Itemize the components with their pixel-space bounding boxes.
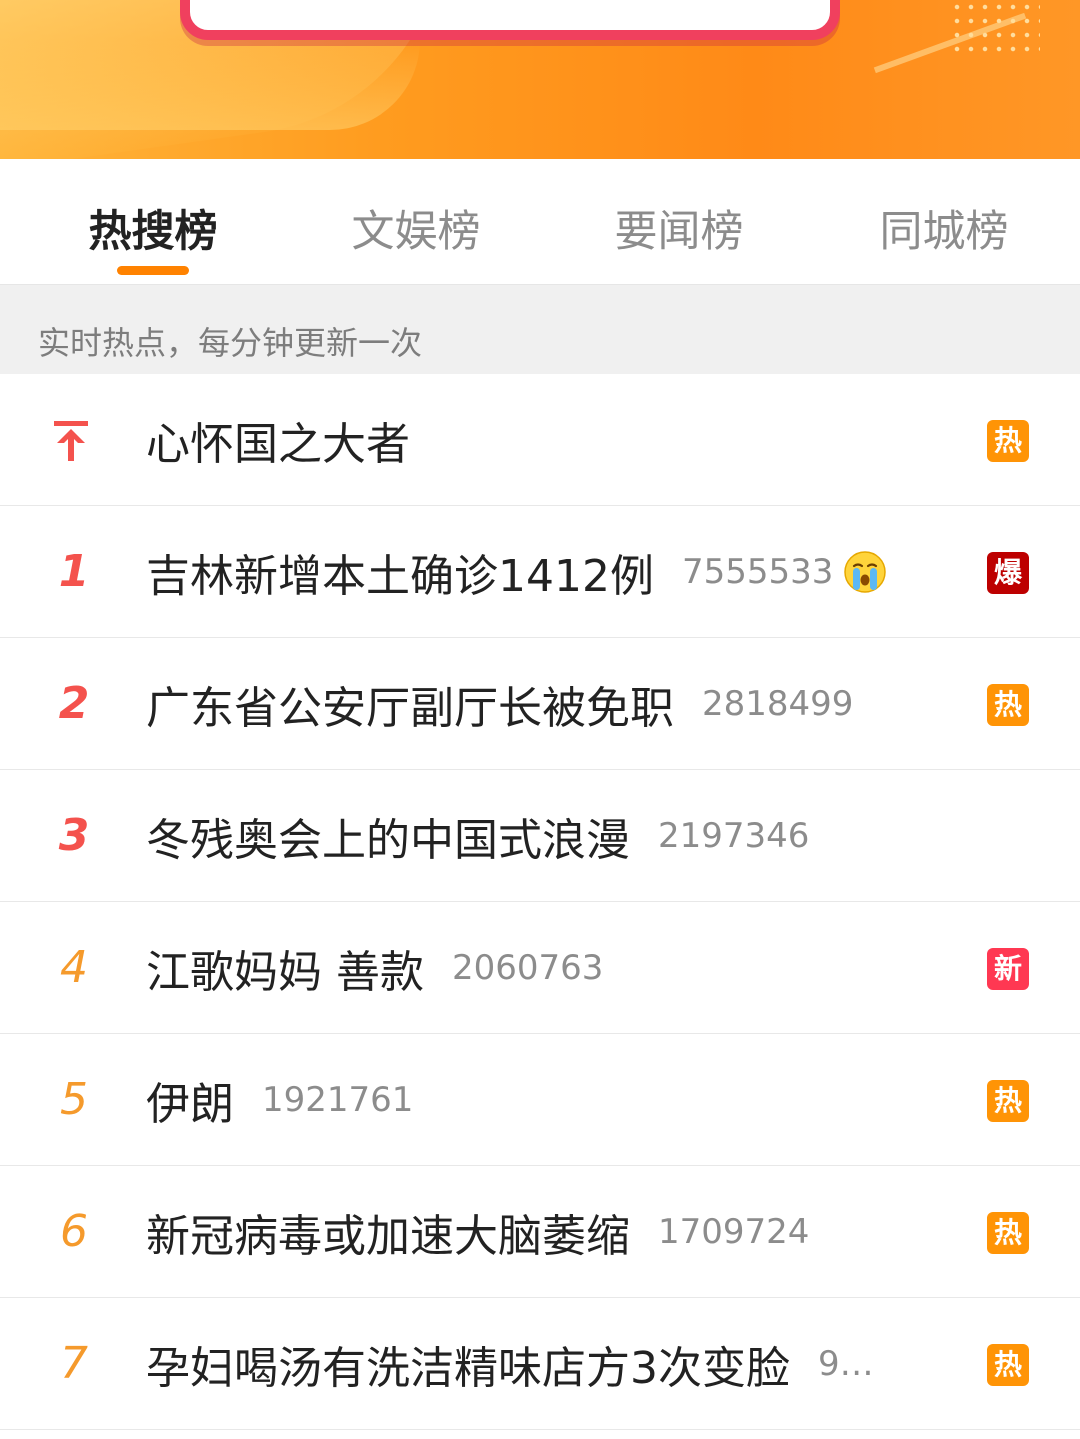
list-item-content: 心怀国之大者 bbox=[146, 410, 920, 470]
topic-title[interactable]: 广东省公安厅副厅长被免职 bbox=[146, 674, 674, 734]
topic-status-badge: 热 bbox=[987, 1080, 1029, 1122]
topic-status-badge: 热 bbox=[987, 420, 1029, 462]
search-count: 1709724 bbox=[658, 1212, 810, 1252]
rank-number: 6 bbox=[60, 1206, 88, 1257]
hot-search-banner bbox=[0, 0, 1080, 159]
list-item-content: 新冠病毒或加速大脑萎缩 1709724 bbox=[146, 1202, 920, 1262]
update-info-bar: 实时热点，每分钟更新一次 bbox=[0, 285, 1080, 374]
topic-status-badge: 热 bbox=[987, 1344, 1029, 1386]
topic-title[interactable]: 吉林新增本土确诊1412例 bbox=[146, 542, 654, 602]
rank-number: 1 bbox=[58, 546, 90, 597]
list-item[interactable]: 4 江歌妈妈 善款 2060763 新 bbox=[0, 902, 1080, 1034]
rank-number: 3 bbox=[58, 810, 90, 861]
tab-news[interactable]: 要闻榜 bbox=[579, 197, 779, 259]
list-item[interactable]: 心怀国之大者 热 bbox=[0, 374, 1080, 506]
topic-status-badge: 热 bbox=[987, 684, 1029, 726]
list-item[interactable]: 6 新冠病毒或加速大脑萎缩 1709724 热 bbox=[0, 1166, 1080, 1298]
topic-title[interactable]: 新冠病毒或加速大脑萎缩 bbox=[146, 1202, 630, 1262]
list-item-content: 江歌妈妈 善款 2060763 bbox=[146, 938, 920, 998]
crying-face-icon bbox=[844, 551, 887, 593]
tab-hot-search[interactable]: 热搜榜 bbox=[53, 197, 253, 259]
topic-title[interactable]: 孕妇喝汤有洗洁精味店方3次变脸 bbox=[146, 1334, 790, 1394]
rank-number: 7 bbox=[60, 1338, 88, 1389]
rank-number: 4 bbox=[60, 942, 88, 993]
topic-status-badge: 热 bbox=[987, 1212, 1029, 1254]
search-count: 2060763 bbox=[452, 948, 604, 988]
tab-local[interactable]: 同城榜 bbox=[844, 197, 1044, 259]
banner-swoosh-decoration bbox=[0, 40, 420, 130]
tab-entertainment[interactable]: 文娱榜 bbox=[316, 197, 516, 259]
list-item-content: 吉林新增本土确诊1412例 7555533 bbox=[146, 542, 920, 602]
ranking-tabs: 热搜榜 文娱榜 要闻榜 同城榜 bbox=[0, 159, 1080, 285]
search-count: 2197346 bbox=[658, 816, 810, 856]
banner-dots-decoration bbox=[950, 0, 1040, 60]
topic-title[interactable]: 冬残奥会上的中国式浪漫 bbox=[146, 806, 630, 866]
list-item[interactable]: 5 伊朗 1921761 热 bbox=[0, 1034, 1080, 1166]
pinned-top-icon bbox=[54, 421, 88, 461]
hot-search-list: 心怀国之大者热 1 吉林新增本土确诊1412例 7555533 爆 2 广东省公安厅副厅长被… bbox=[0, 374, 1080, 1430]
update-info-text: 实时热点，每分钟更新一次 bbox=[38, 324, 423, 362]
search-count: 1921761 bbox=[262, 1080, 414, 1120]
rank-number: 2 bbox=[58, 678, 90, 729]
list-item-content: 孕妇喝汤有洗洁精味店方3次变脸 9… bbox=[146, 1334, 920, 1394]
search-count: 2818499 bbox=[702, 684, 854, 724]
active-tab-indicator bbox=[117, 266, 189, 275]
list-item[interactable]: 1 吉林新增本土确诊1412例 7555533 爆 bbox=[0, 506, 1080, 638]
topic-status-badge: 新 bbox=[987, 948, 1029, 990]
topic-title[interactable]: 江歌妈妈 善款 bbox=[146, 938, 424, 998]
banner-title-graphic bbox=[180, 0, 840, 40]
list-item-content: 广东省公安厅副厅长被免职 2818499 bbox=[146, 674, 920, 734]
search-count: 7555533 bbox=[681, 552, 834, 592]
list-item[interactable]: 2 广东省公安厅副厅长被免职 2818499 热 bbox=[0, 638, 1080, 770]
list-item-content: 冬残奥会上的中国式浪漫 2197346 bbox=[146, 806, 920, 866]
list-item[interactable]: 3 冬残奥会上的中国式浪漫 2197346 bbox=[0, 770, 1080, 902]
search-count: 9… bbox=[818, 1344, 874, 1384]
topic-status-badge: 爆 bbox=[987, 552, 1029, 594]
topic-title[interactable]: 心怀国之大者 bbox=[146, 410, 410, 470]
list-item[interactable]: 7 孕妇喝汤有洗洁精味店方3次变脸 9… 热 bbox=[0, 1298, 1080, 1430]
topic-title[interactable]: 伊朗 bbox=[146, 1070, 234, 1130]
list-item-content: 伊朗 1921761 bbox=[146, 1070, 920, 1130]
rank-number: 5 bbox=[60, 1074, 88, 1125]
